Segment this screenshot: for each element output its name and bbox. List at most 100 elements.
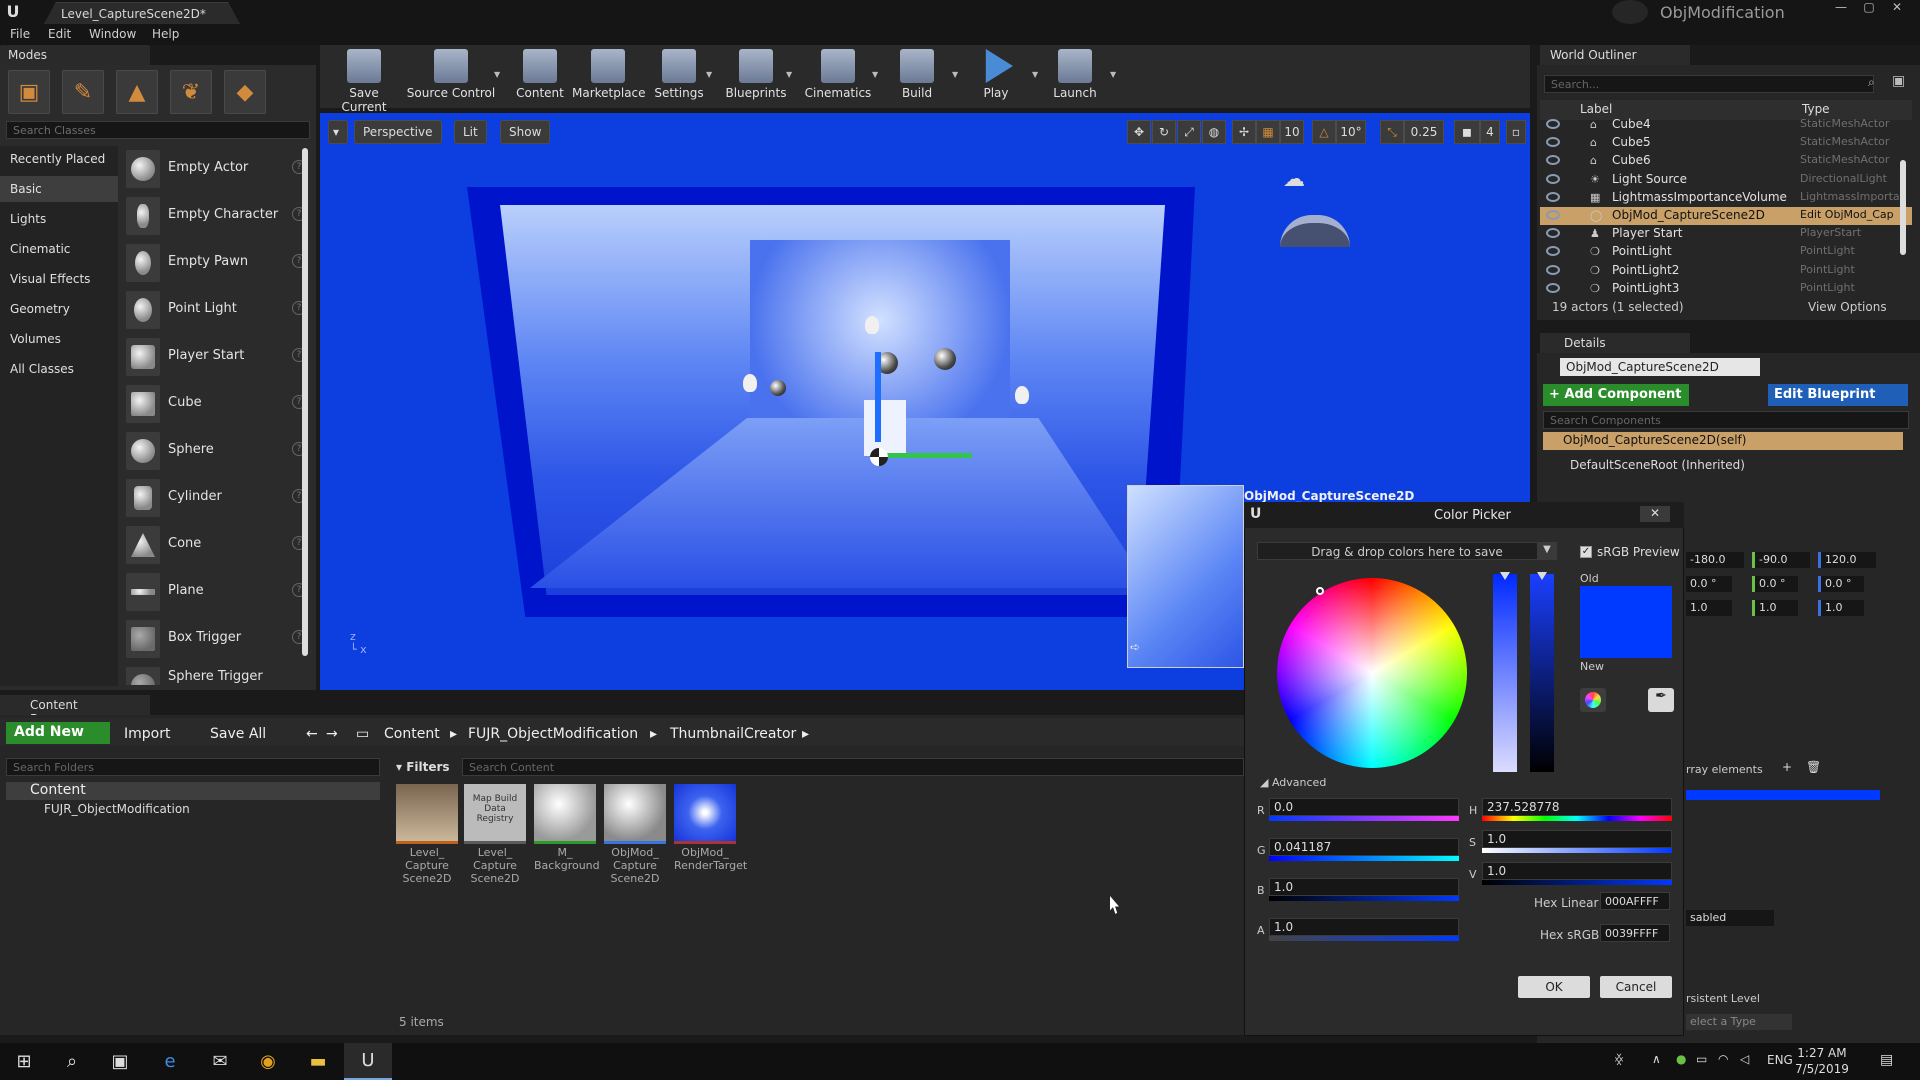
landscape-mode-icon[interactable]: ▲ <box>116 70 158 114</box>
menu-window[interactable]: Window <box>89 27 136 41</box>
tray-app-icon[interactable]: ● <box>1676 1052 1686 1066</box>
minimize-button[interactable]: — <box>1830 0 1852 18</box>
breadcrumb-fujr-objectmodification[interactable]: FUJR_ObjectModification <box>468 726 638 742</box>
scale-x-field[interactable]: 1.0 <box>1686 600 1732 616</box>
maximize-viewport-icon[interactable]: ▫ <box>1506 120 1526 144</box>
reflection-sphere[interactable] <box>934 348 956 370</box>
camera-speed-icon[interactable]: ◼ <box>1454 120 1480 144</box>
srgb-preview-checkbox[interactable]: ✓ <box>1580 546 1592 558</box>
unreal-editor-taskbar-icon[interactable]: U <box>344 1043 392 1080</box>
sky-light-icon[interactable]: ☁ <box>1283 167 1305 192</box>
save-all-button[interactable]: Save All <box>210 726 266 742</box>
filters-button[interactable]: ▾ Filters <box>396 760 450 774</box>
battery-icon[interactable]: ▭ <box>1696 1052 1707 1066</box>
search-content-input[interactable]: Search Content <box>462 758 1244 776</box>
cinematics-button[interactable]: Cinematics <box>802 47 874 105</box>
task-view-icon[interactable]: ▣ <box>96 1043 144 1080</box>
place-item-empty-character[interactable]: Empty Character? <box>126 195 306 237</box>
marketplace-button[interactable]: Marketplace <box>572 47 646 105</box>
foliage-mode-icon[interactable]: ❦ <box>170 70 212 114</box>
place-item-plane[interactable]: Plane? <box>126 571 306 613</box>
chrome-icon[interactable]: ◉ <box>244 1043 292 1080</box>
scale-snap-icon[interactable]: ⤡ <box>1380 120 1404 144</box>
windows-start-icon[interactable]: ⊞ <box>0 1043 48 1080</box>
alpha-gradient[interactable] <box>1269 936 1459 941</box>
file-explorer-icon[interactable]: ▬ <box>294 1043 342 1080</box>
place-item-player-start[interactable]: Player Start? <box>126 336 306 378</box>
green-value-field[interactable]: 0.041187 <box>1269 838 1459 856</box>
rotate-tool-icon[interactable]: ↻ <box>1152 120 1176 144</box>
point-light-bulb-icon[interactable] <box>865 316 879 334</box>
add-folder-icon[interactable]: ▣ <box>1892 73 1905 89</box>
value-value-field[interactable]: 1.0 <box>1482 862 1672 880</box>
edit-blueprint-button[interactable]: Edit Blueprint <box>1768 384 1908 406</box>
launch-button[interactable]: Launch <box>1048 47 1102 105</box>
blueprints-button[interactable]: Blueprints <box>724 47 788 105</box>
search-icon[interactable]: ⌕ <box>1868 75 1875 90</box>
folder-fujr-objectmodification[interactable]: FUJR_ObjectModification <box>20 802 190 816</box>
location-x-field[interactable]: 0.0 ° <box>1686 576 1732 592</box>
component-self[interactable]: ObjMod_CaptureScene2D(self) <box>1543 432 1903 450</box>
scene-capture-cube[interactable] <box>864 400 906 456</box>
outliner-row[interactable]: ⌂ Cube5 StaticMeshActor <box>1540 134 1912 152</box>
chevron-down-icon[interactable]: ▼ <box>706 70 712 79</box>
menu-edit[interactable]: Edit <box>48 27 71 41</box>
back-arrow-icon[interactable]: ← <box>306 726 318 742</box>
grid-snap-value[interactable]: 10 <box>1280 120 1304 144</box>
saturation-value-field[interactable]: 1.0 <box>1482 830 1672 848</box>
asset-objmod-rendertarget[interactable]: ObjMod_ RenderTarget <box>674 784 747 872</box>
saturation-slider[interactable] <box>1493 574 1517 772</box>
place-mode-icon[interactable]: ▣ <box>8 70 50 114</box>
content-button[interactable]: Content <box>510 47 570 105</box>
gizmo-origin[interactable] <box>870 448 888 466</box>
place-item-empty-actor[interactable]: Empty Actor? <box>126 148 306 190</box>
location-y-field[interactable]: 0.0 ° <box>1752 576 1798 592</box>
content-browser-tab[interactable]: Content Browser <box>0 695 150 726</box>
notifications-icon[interactable]: ▤ <box>1880 1052 1893 1068</box>
outliner-row[interactable]: ❍ PointLight2 PointLight <box>1540 262 1912 280</box>
category-cinematic[interactable]: Cinematic <box>0 236 118 262</box>
blue-gradient[interactable] <box>1269 896 1459 901</box>
viewport-options-button[interactable]: ▾ <box>328 120 348 144</box>
translate-tool-icon[interactable]: ✥ <box>1127 120 1151 144</box>
chevron-down-icon[interactable]: ▼ <box>872 70 878 79</box>
breadcrumb-separator-icon[interactable]: ▸ <box>450 726 457 742</box>
geometry-mode-icon[interactable]: ◆ <box>224 70 266 114</box>
asset-map-build-data[interactable]: Map Build Data Registry Level_ Capture Sc… <box>464 784 526 885</box>
breadcrumb-separator-icon[interactable]: ▸ <box>650 726 657 742</box>
gizmo-z-axis[interactable] <box>875 352 881 442</box>
outliner-row[interactable]: ⌂ Cube4 StaticMeshActor <box>1540 116 1912 134</box>
rotation-snap-icon[interactable]: △ <box>1312 120 1336 144</box>
world-outliner-tab[interactable]: World Outliner <box>1540 45 1690 65</box>
category-visual-effects[interactable]: Visual Effects <box>0 266 118 292</box>
scale-y-field[interactable]: 1.0 <box>1752 600 1798 616</box>
play-button[interactable]: Play <box>968 47 1024 105</box>
red-value-field[interactable]: 0.0 <box>1269 798 1459 816</box>
green-gradient[interactable] <box>1269 856 1459 861</box>
language-indicator[interactable]: ENG <box>1767 1053 1793 1067</box>
forward-arrow-icon[interactable]: → <box>326 726 338 742</box>
world-space-icon[interactable]: ◍ <box>1202 120 1226 144</box>
source-control-button[interactable]: Source Control <box>406 47 496 105</box>
ok-button[interactable]: OK <box>1518 976 1590 998</box>
placement-scrollbar[interactable] <box>302 148 308 656</box>
outliner-row[interactable]: ♟ Player Start PlayerStart <box>1540 225 1912 243</box>
asset-m-background[interactable]: M_ Background <box>534 784 600 872</box>
edge-browser-icon[interactable]: e <box>146 1043 194 1080</box>
save-current-button[interactable]: Save Current <box>326 47 402 114</box>
chevron-down-icon[interactable]: ▼ <box>952 70 958 79</box>
menu-help[interactable]: Help <box>152 27 179 41</box>
chevron-down-icon[interactable]: ▼ <box>494 70 500 79</box>
hex-linear-field[interactable]: 000AFFFF <box>1600 892 1670 910</box>
view-options-button[interactable]: View Options <box>1808 300 1887 314</box>
eyedropper-icon[interactable]: ✒ <box>1648 688 1674 712</box>
breadcrumb-content[interactable]: Content <box>384 726 440 742</box>
place-item-empty-pawn[interactable]: Empty Pawn? <box>126 242 306 284</box>
settings-button[interactable]: Settings <box>648 47 710 105</box>
outliner-row[interactable]: ❍ PointLight PointLight <box>1540 243 1912 261</box>
value-marker-icon[interactable] <box>1537 572 1547 580</box>
saved-colors-drop-zone[interactable]: Drag & drop colors here to save <box>1257 542 1557 560</box>
place-item-sphere[interactable]: Sphere? <box>126 430 306 472</box>
red-gradient[interactable] <box>1269 816 1459 821</box>
point-light-bulb-icon[interactable] <box>1015 386 1029 404</box>
